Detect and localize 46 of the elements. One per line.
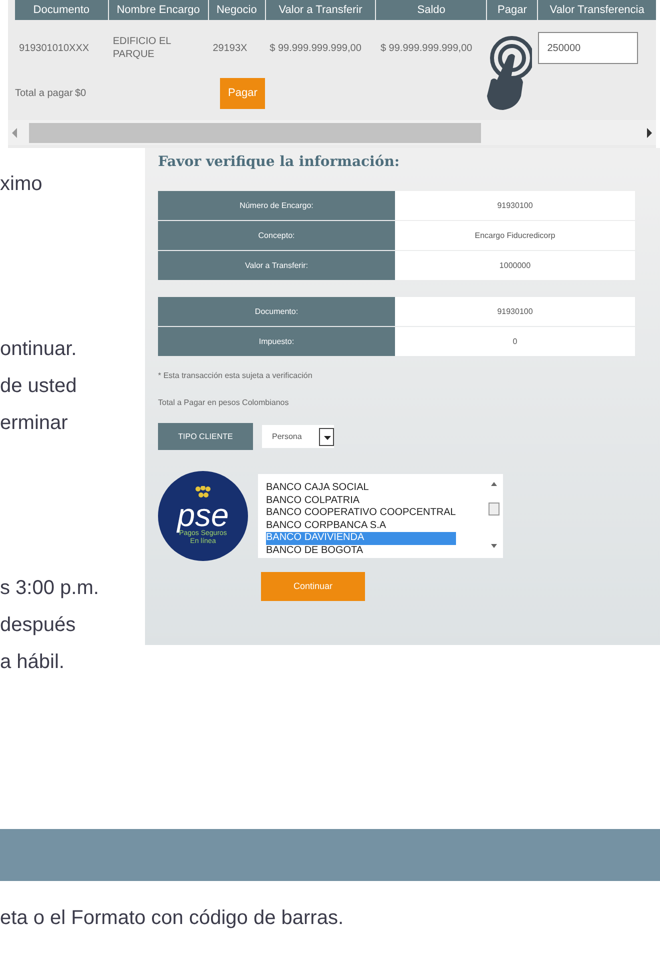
column-header: Saldo: [376, 0, 486, 20]
table-cell-text: EDIFICIO EL PARQUE: [112, 35, 172, 61]
scroll-right-icon[interactable]: [647, 128, 652, 138]
column-header: Documento: [15, 0, 108, 20]
table-cell-text: 919301010XXX: [18, 42, 90, 54]
bank-option[interactable]: BANCO DE BOGOTA: [266, 544, 456, 557]
column-header: Negocio: [208, 0, 265, 20]
table-cell-text: $ 99.999.999.999,00: [379, 42, 474, 54]
total-currency-text: Total a Pagar en pesos Colombianos: [158, 397, 290, 409]
dropdown-caret-icon[interactable]: [319, 428, 334, 446]
verification-note: * Esta transacción esta sujeta a verificación: [158, 370, 314, 382]
field-value: Encargo Fiducredicorp: [395, 221, 635, 250]
transfer-value-field[interactable]: 250000: [538, 32, 638, 64]
field-label: Valor a Transferir:: [158, 251, 395, 280]
scroll-left-icon[interactable]: [12, 128, 17, 138]
column-header: Valor Transferencia: [538, 0, 656, 20]
field-value: 0: [395, 327, 635, 356]
bank-option[interactable]: BANCO CORPBANCA S.A: [266, 520, 456, 532]
total-value: $0: [75, 86, 88, 100]
bank-option[interactable]: BANCO CAJA SOCIAL: [266, 482, 456, 494]
table-cell-text: $ 99.999.999.999,00: [268, 42, 362, 54]
column-header: Pagar: [487, 0, 538, 20]
body-text: eta o el Formato con código de barras.: [0, 906, 345, 931]
field-value: 1000000: [395, 251, 635, 280]
article-text: ximo: [0, 172, 44, 197]
article-text: s 3:00 p.m. después a hábil.: [0, 576, 100, 675]
table-cell-text: 29193X: [212, 42, 248, 54]
field-label: Número de Encargo:: [158, 191, 395, 220]
bank-list[interactable]: BANCO CAJA SOCIAL BANCO COLPATRIA BANCO COOPERATIVO COOPCENTRAL BANCO CORPBANCA S.A BANCO DAVIVIENDA BANCO DE BOGOTA: [258, 474, 503, 558]
field-value: 91930100: [395, 191, 635, 220]
scrollbar-thumb[interactable]: [29, 122, 481, 142]
horizontal-scrollbar[interactable]: [8, 120, 656, 145]
field-label: Concepto:: [158, 221, 395, 250]
client-type-dropdown[interactable]: Persona: [262, 425, 334, 448]
field-label: Impuesto:: [158, 327, 395, 356]
logo-dots-icon: [194, 486, 212, 500]
field-value: 91930100: [395, 297, 635, 326]
verification-title: Favor verifique la información:: [158, 153, 401, 172]
bank-option[interactable]: BANCO COLPATRIA: [266, 494, 456, 507]
bank-option[interactable]: BANCO COOPERATIVO COOPCENTRAL: [266, 507, 456, 520]
total-label: Total a pagar: [15, 86, 74, 100]
client-type-label: TIPO CLIENTE: [158, 423, 253, 450]
article-text: ontinuar. de usted erminar: [0, 337, 78, 436]
column-header: Valor a Transferir: [266, 0, 376, 20]
column-header: Nombre Encargo: [108, 0, 208, 20]
field-label: Documento:: [158, 297, 395, 326]
